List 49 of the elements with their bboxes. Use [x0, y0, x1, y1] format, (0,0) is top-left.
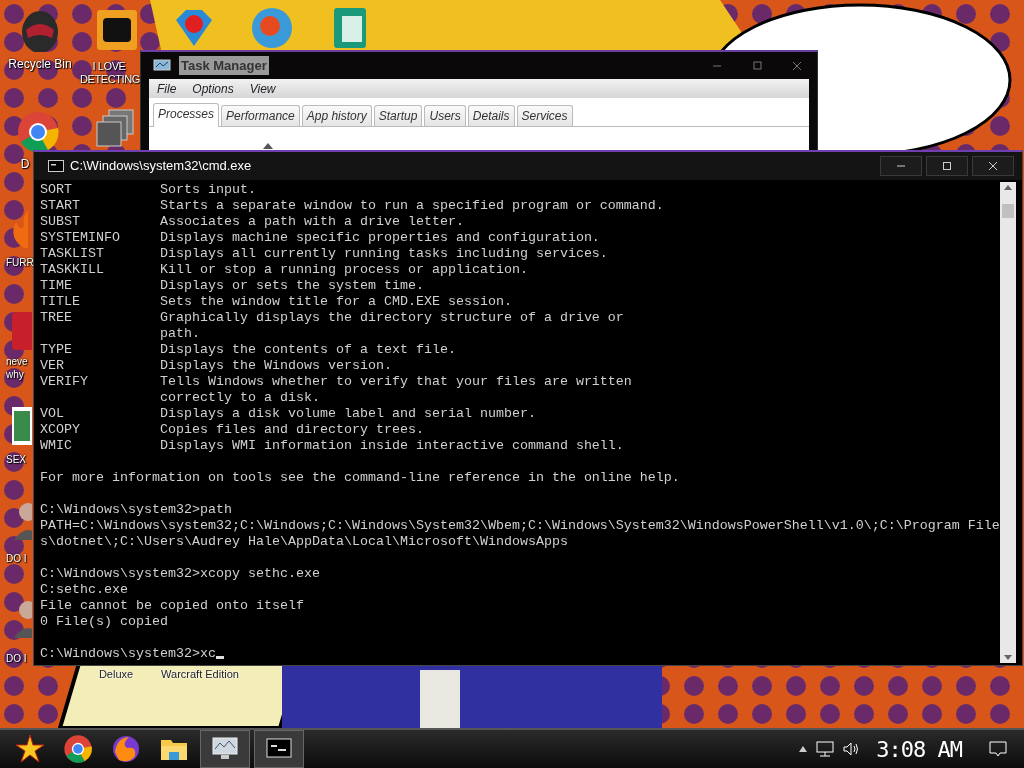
window-title: C:\Windows\system32\cmd.exe	[70, 157, 252, 176]
console-line: START Starts a separate window to run a specified program or command.	[40, 198, 664, 213]
console-line: SUBST Associates a path with a drive letter.	[40, 214, 464, 229]
tab[interactable]: Performance	[221, 105, 300, 126]
console-line: TREE Graphically displays the directory structure of a drive or	[40, 310, 624, 325]
console-line: TYPE Displays the contents of a text file.	[40, 342, 456, 357]
console-line: VER Displays the Windows version.	[40, 358, 392, 373]
tab[interactable]: Startup	[373, 105, 423, 126]
console-line: C:sethc.exe	[40, 582, 128, 597]
menu-item[interactable]: File	[157, 79, 177, 98]
console-line: correctly to a disk.	[158, 390, 320, 405]
icon-label: I LOVE DETECTING	[80, 60, 138, 86]
console-line: VOL Displays a disk volume label and serial number.	[40, 406, 536, 421]
tab[interactable]: App history	[301, 105, 372, 126]
icon-label: Warcraft Edition	[160, 668, 240, 681]
tab[interactable]: Services	[516, 105, 573, 126]
console-line: PATH=C:\Windows\system32;C:\Windows;C:\Windows\System32\Wbem;C:\Windows\System32\WindowsPowerShell\v1.0\;C:\Program File	[40, 518, 1000, 533]
clock[interactable]: 3:08 AM	[876, 732, 962, 766]
console-line: C:\Windows\system32>xc	[40, 646, 216, 661]
icon-label: Deluxe	[97, 668, 135, 681]
tab[interactable]: Details	[467, 105, 515, 126]
console-line: TIME Displays or sets the system time.	[40, 278, 424, 293]
tab[interactable]: Processes	[153, 103, 220, 127]
tab[interactable]: Users	[424, 105, 466, 126]
console-line: 0 File(s) copied	[40, 614, 168, 629]
icon-label: DO I	[6, 552, 28, 565]
icon-label: neve why	[6, 355, 29, 381]
console-line: s\dotnet\;C:\Users\Audrey Hale\AppData\Local\Microsoft\WindowsApps	[40, 534, 568, 549]
console-line: SYSTEMINFO Displays machine specific properties and configuration.	[40, 230, 600, 245]
window-title: Task Manager	[179, 55, 269, 76]
icon-label: D	[19, 158, 31, 171]
menu-item[interactable]: View	[249, 79, 276, 98]
icon-label: Recycle Bin	[7, 58, 73, 71]
console-line: File cannot be copied onto itself	[40, 598, 304, 613]
console-line: path.	[158, 326, 200, 341]
console-line: For more information on tools see the command-line reference in the online help.	[40, 470, 680, 485]
console-line: TASKLIST Displays all currently running tasks including services.	[40, 246, 608, 261]
console-line: C:\Windows\system32>path	[40, 502, 232, 517]
icon-label: DO I	[6, 652, 28, 665]
console-line: XCOPY Copies files and directory trees.	[40, 422, 424, 437]
console-line: SORT Sorts input.	[40, 182, 256, 197]
console-line: TASKKILL Kill or stop a running process or application.	[40, 262, 528, 277]
console-line: C:\Windows\system32>xcopy sethc.exe	[40, 566, 320, 581]
menu-item[interactable]: Options	[192, 79, 234, 98]
console-line: TITLE Sets the window title for a CMD.EXE session.	[40, 294, 512, 309]
icon-label: SEX	[6, 453, 27, 466]
icon-label: FURR	[6, 256, 32, 269]
console-line: WMIC Displays WMI information inside interactive command shell.	[40, 438, 624, 453]
console-line: VERIFY Tells Windows whether to verify that your files are written	[40, 374, 632, 389]
